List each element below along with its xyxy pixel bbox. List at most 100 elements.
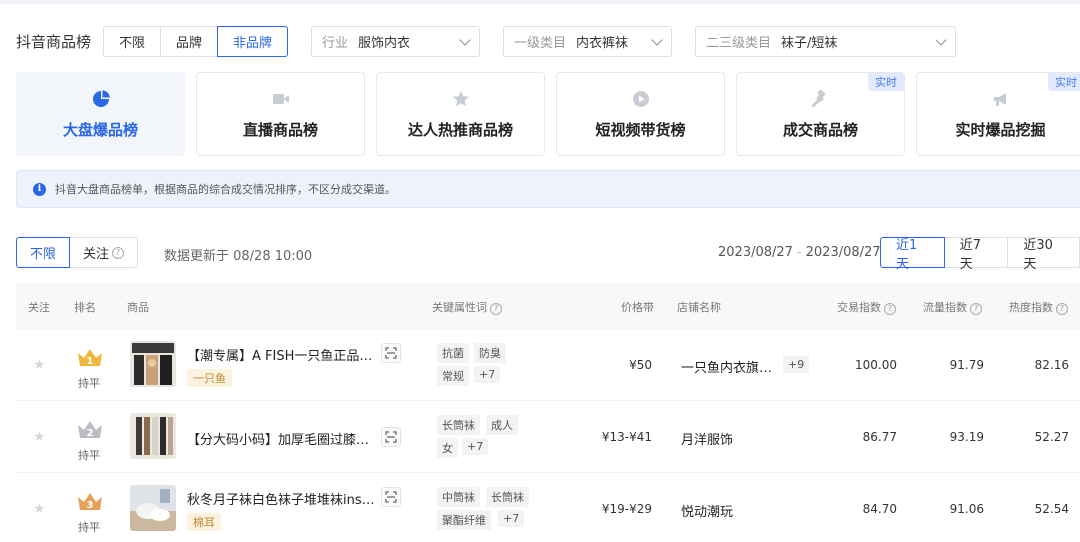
table-row[interactable]: ★ 3 持平 秋冬月子袜白色袜子堆堆袜ins… 棉耳 中筒袜 长筒袜 聚酯纤维 … bbox=[16, 473, 1080, 542]
tab-deal[interactable]: 实时 成交商品榜 bbox=[736, 72, 905, 156]
table-row[interactable]: ★ 1 持平 【潮专属】A FISH一只鱼正品… 一只鱼 抗菌 防臭 常规 +7… bbox=[16, 329, 1080, 401]
play-icon bbox=[632, 91, 649, 107]
realtime-badge: 实时 bbox=[1048, 73, 1080, 91]
keyword-more[interactable]: +7 bbox=[462, 438, 489, 455]
page-title: 抖音商品榜 bbox=[16, 33, 92, 51]
header-heat[interactable]: 热度指数? bbox=[1009, 299, 1068, 315]
category23-label: 二三级类目 bbox=[706, 36, 772, 51]
star-icon[interactable]: ★ bbox=[33, 430, 47, 444]
tab-realtime-hot[interactable]: 实时 实时爆品挖掘 bbox=[916, 72, 1080, 156]
header-traffic-label: 流量指数 bbox=[923, 301, 967, 314]
heat-index: 52.27 bbox=[1034, 430, 1069, 444]
price-range: ¥19-¥29 bbox=[601, 502, 652, 516]
range-30d-button[interactable]: 近30天 bbox=[1008, 237, 1080, 272]
filter-follow-button[interactable]: 关注 ? bbox=[70, 237, 139, 268]
heat-index: 82.16 bbox=[1034, 358, 1069, 372]
chevron-down-icon bbox=[935, 34, 947, 46]
scan-icon[interactable] bbox=[381, 487, 401, 507]
date-separator: - bbox=[796, 245, 802, 260]
shop-name[interactable]: 悦动潮玩 bbox=[681, 501, 733, 520]
chevron-down-icon bbox=[459, 34, 471, 46]
price-range: ¥13-¥41 bbox=[601, 430, 652, 444]
range-7d-button[interactable]: 近7天 bbox=[944, 237, 1009, 272]
tab-label: 大盘爆品榜 bbox=[62, 121, 138, 139]
help-icon: ? bbox=[1056, 302, 1068, 315]
rank-number: 2 bbox=[87, 428, 94, 439]
shop-name[interactable]: 一只鱼内衣旗… bbox=[681, 357, 772, 376]
star-badge-icon bbox=[452, 91, 469, 107]
scan-icon[interactable] bbox=[381, 427, 401, 447]
star-icon[interactable]: ★ bbox=[33, 358, 47, 372]
tab-live[interactable]: 直播商品榜 bbox=[196, 72, 365, 156]
brand-option-brand[interactable]: 品牌 bbox=[161, 27, 219, 56]
keyword-chip: 防臭 bbox=[474, 343, 506, 363]
range-1d-button[interactable]: 近1天 bbox=[880, 237, 945, 272]
megaphone-icon bbox=[993, 93, 1006, 106]
brand-tag: 棉耳 bbox=[187, 513, 221, 531]
keyword-chip: 长筒袜 bbox=[486, 487, 529, 507]
help-icon: ? bbox=[884, 302, 896, 315]
realtime-badge: 实时 bbox=[868, 73, 904, 91]
header-keywords: 关键属性词? bbox=[432, 299, 502, 315]
date-range[interactable]: 2023/08/27-2023/08/27 bbox=[718, 245, 881, 260]
brand-filter: 不限 品牌 非品牌 bbox=[103, 26, 289, 57]
header-product: 商品 bbox=[127, 301, 149, 314]
tab-label: 达人热推商品榜 bbox=[407, 121, 513, 139]
tab-label: 实时爆品挖掘 bbox=[955, 121, 1046, 139]
brand-option-nonbrand[interactable]: 非品牌 bbox=[217, 26, 289, 57]
rank-number: 3 bbox=[87, 500, 94, 511]
info-text: 抖音大盘商品榜单，根据商品的综合成交情况排序，不区分成交渠道。 bbox=[55, 183, 396, 196]
product-name[interactable]: 【分大码小码】加厚毛圈过膝… bbox=[187, 429, 377, 448]
category1-label: 一级类目 bbox=[514, 36, 567, 51]
rank-change: 持平 bbox=[78, 521, 100, 534]
product-image[interactable] bbox=[130, 341, 176, 387]
category23-select[interactable]: 二三级类目 袜子/短袜 bbox=[695, 26, 956, 57]
heat-index: 52.54 bbox=[1034, 502, 1069, 516]
ranking-tabs: 大盘爆品榜 直播商品榜 达人热推商品榜 短视频带货榜 实时 成交商品榜 实时 实… bbox=[16, 72, 1080, 156]
shop-name[interactable]: 月洋服饰 bbox=[681, 429, 733, 448]
date-start: 2023/08/27 bbox=[718, 245, 793, 260]
filter-row: 抖音商品榜 不限 品牌 非品牌 bbox=[16, 26, 289, 57]
brand-option-all[interactable]: 不限 bbox=[104, 27, 162, 56]
product-image[interactable] bbox=[130, 485, 176, 531]
tab-label: 短视频带货榜 bbox=[595, 121, 686, 139]
industry-value: 服饰内衣 bbox=[358, 36, 411, 51]
star-icon[interactable]: ★ bbox=[33, 502, 47, 516]
header-traffic[interactable]: 流量指数? bbox=[923, 299, 982, 315]
shop-more[interactable]: +9 bbox=[783, 356, 810, 373]
rank-number: 1 bbox=[87, 356, 94, 367]
help-icon: ? bbox=[490, 302, 502, 315]
product-table: 关注 排名 商品 关键属性词? 价格带 店铺名称 交易指数? 流量指数? 热度指… bbox=[16, 283, 1080, 542]
keyword-more[interactable]: +7 bbox=[498, 510, 525, 527]
keyword-chip: 常规 bbox=[437, 366, 469, 386]
filter-all-button[interactable]: 不限 bbox=[16, 237, 71, 268]
tab-short-video[interactable]: 短视频带货榜 bbox=[556, 72, 725, 156]
scan-icon[interactable] bbox=[381, 343, 401, 363]
tab-label: 成交商品榜 bbox=[782, 121, 858, 139]
category1-select[interactable]: 一级类目 内衣裤袜 bbox=[503, 26, 672, 57]
keyword-more[interactable]: +7 bbox=[474, 366, 501, 383]
gavel-icon bbox=[811, 90, 825, 108]
tab-market-hot[interactable]: 大盘爆品榜 bbox=[16, 72, 185, 156]
info-banner: i 抖音大盘商品榜单，根据商品的综合成交情况排序，不区分成交渠道。 bbox=[16, 170, 1080, 208]
industry-select[interactable]: 行业 服饰内衣 bbox=[311, 26, 480, 57]
trade-index: 84.70 bbox=[862, 502, 897, 516]
tab-influencer[interactable]: 达人热推商品榜 bbox=[376, 72, 545, 156]
traffic-index: 93.19 bbox=[949, 430, 984, 444]
industry-label: 行业 bbox=[322, 36, 349, 51]
trade-index: 86.77 bbox=[862, 430, 897, 444]
table-row[interactable]: ★ 2 持平 【分大码小码】加厚毛圈过膝… 长筒袜 成人 女 +7 ¥13-¥4… bbox=[16, 401, 1080, 473]
category23-value: 袜子/短袜 bbox=[781, 36, 838, 51]
header-price: 价格带 bbox=[621, 301, 654, 314]
pie-chart-icon bbox=[92, 90, 110, 107]
crown-rank-icon: 3 bbox=[78, 493, 102, 511]
keyword-chip: 中筒袜 bbox=[437, 487, 480, 507]
product-name[interactable]: 【潮专属】A FISH一只鱼正品… bbox=[187, 345, 377, 364]
product-image[interactable] bbox=[130, 413, 176, 459]
category1-value: 内衣裤袜 bbox=[576, 36, 629, 51]
keyword-chip: 女 bbox=[437, 438, 458, 458]
date-end: 2023/08/27 bbox=[805, 245, 881, 260]
keyword-chip: 聚酯纤维 bbox=[437, 510, 491, 530]
header-trade[interactable]: 交易指数? bbox=[837, 299, 896, 315]
product-name[interactable]: 秋冬月子袜白色袜子堆堆袜ins… bbox=[187, 489, 377, 508]
